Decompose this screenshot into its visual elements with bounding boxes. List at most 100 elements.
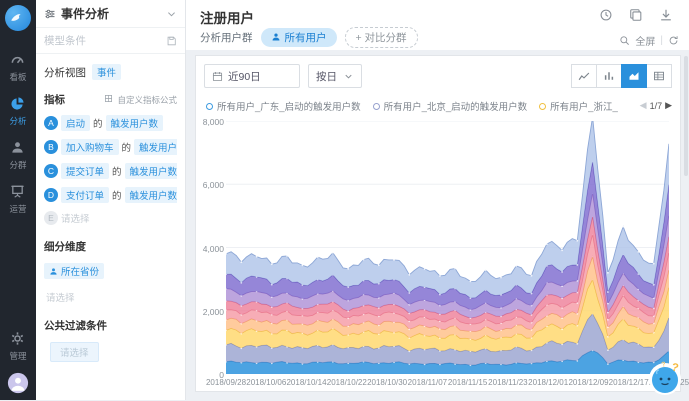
sidebar-header: 事件分析	[36, 0, 185, 28]
legend-color-dot	[373, 103, 380, 110]
metric-measure-pill[interactable]: 触发用户数	[125, 187, 177, 203]
x-axis-label: 2018/09/28	[206, 378, 246, 387]
chart-type-button-area-chart[interactable]	[621, 64, 647, 88]
legend-item[interactable]: 所有用户_北京_启动的触发用户数	[373, 99, 528, 113]
metric-letter: C	[44, 164, 58, 178]
x-axis-label: 2018/10/30	[367, 378, 407, 387]
metric-letter: E	[44, 211, 58, 225]
cohort-pill[interactable]: 所有用户	[261, 28, 337, 47]
users-icon	[10, 140, 25, 157]
data-point-marker	[668, 142, 669, 144]
data-point-marker	[531, 275, 533, 277]
refresh-icon[interactable]	[668, 35, 679, 46]
x-axis-label: 2018/11/07	[408, 378, 447, 387]
data-point-marker	[500, 277, 502, 279]
stacked-area-chart[interactable]	[226, 121, 669, 374]
metric-event-pill[interactable]: 提交订单	[61, 163, 109, 179]
area-chart-icon	[628, 70, 640, 82]
nav-item-管理[interactable]: 管理	[9, 331, 26, 362]
scrollbar[interactable]	[684, 56, 688, 176]
chart-type-button-line-chart[interactable]	[571, 64, 597, 88]
filter-placeholder[interactable]: 请选择	[50, 342, 99, 362]
history-icon[interactable]	[599, 8, 613, 22]
legend-prev-button[interactable]: ◀	[640, 100, 647, 111]
compare-cohort-button[interactable]: + 对比分群	[345, 27, 418, 48]
view-value-pill[interactable]: 事件	[92, 64, 121, 80]
view-label: 分析视图	[44, 65, 86, 80]
gear-icon	[10, 331, 25, 348]
analysis-icon	[10, 96, 25, 113]
model-conditions-placeholder: 模型条件	[44, 33, 86, 48]
legend-item[interactable]: 所有用户_浙江_启动的触发用户数	[539, 99, 618, 113]
search-icon[interactable]	[619, 35, 630, 46]
metric-conjunction: 的	[122, 140, 132, 154]
metric-letter: A	[44, 116, 58, 130]
fullscreen-button[interactable]: 全屏	[635, 33, 655, 48]
metric-placeholder[interactable]: 请选择	[61, 211, 90, 225]
metric-letter: B	[44, 140, 58, 154]
formula-icon	[104, 94, 115, 105]
metric-row-B[interactable]: B加入购物车的触发用户数	[44, 139, 177, 155]
metric-event-pill[interactable]: 启动	[61, 115, 90, 131]
data-point-marker	[332, 252, 334, 254]
breakdown-pill[interactable]: 所在省份	[44, 263, 104, 279]
metric-event-pill[interactable]: 加入购物车	[61, 139, 119, 155]
bar-chart-icon	[603, 70, 615, 82]
metric-measure-pill[interactable]: 触发用户数	[134, 139, 177, 155]
data-point-marker	[424, 268, 426, 270]
y-axis-label: 2,000	[198, 307, 224, 317]
x-axis-label: 2018/12/17	[609, 378, 649, 387]
user-avatar[interactable]	[7, 372, 29, 394]
download-icon[interactable]	[659, 8, 673, 22]
metric-event-pill[interactable]: 支付订单	[61, 187, 109, 203]
chevron-down-icon[interactable]	[166, 8, 177, 19]
legend-item[interactable]: 所有用户_广东_启动的触发用户数	[206, 99, 361, 113]
granularity-select[interactable]: 按日	[308, 64, 362, 88]
nav-item-看板[interactable]: 看板	[9, 52, 26, 83]
legend-page-indicator: 1/7	[650, 101, 663, 111]
nav-item-运营[interactable]: 运营	[9, 184, 26, 215]
filter-label: 公共过滤条件	[44, 318, 177, 333]
page-title: 注册用户	[200, 7, 254, 27]
metric-row-E[interactable]: E请选择	[44, 211, 177, 225]
date-range-picker[interactable]: 近90日	[204, 64, 300, 88]
data-point-marker	[576, 240, 578, 242]
metric-row-C[interactable]: C提交订单的触发用户数	[44, 163, 177, 179]
legend-next-button[interactable]: ▶	[665, 100, 672, 111]
x-axis-label: 2018/10/06	[246, 378, 286, 387]
chart-type-group	[572, 64, 672, 88]
x-axis-label: 2018/12/09	[568, 378, 608, 387]
main-area: 注册用户 分析用户群 所有用户 + 对比分群 全屏 |	[186, 0, 689, 400]
caret-down-icon	[343, 71, 354, 82]
app-logo[interactable]	[5, 5, 31, 31]
metric-measure-pill[interactable]: 触发用户数	[106, 115, 164, 131]
data-point-marker	[485, 269, 487, 271]
copy-icon[interactable]	[629, 8, 643, 22]
metric-row-A[interactable]: A启动的触发用户数	[44, 115, 177, 131]
custom-formula-link[interactable]: 自定义指标公式	[104, 94, 177, 106]
chart-type-button-table[interactable]	[646, 64, 672, 88]
model-conditions-row[interactable]: 模型条件	[36, 28, 185, 54]
breakdown-label: 细分维度	[44, 239, 177, 254]
assistant-mascot[interactable]: ? ?	[647, 358, 685, 396]
data-point-marker	[286, 255, 288, 257]
data-point-marker	[515, 265, 517, 267]
analysis-sidebar: 事件分析 模型条件 分析视图 事件 指标 自定义指标公式 A启动的触发用户数B加…	[36, 0, 186, 400]
table-icon	[653, 70, 665, 82]
divider: |	[660, 35, 663, 46]
x-axis-label: 2018/11/23	[488, 378, 527, 387]
metric-row-D[interactable]: D支付订单的触发用户数	[44, 187, 177, 203]
chart-type-button-bar-chart[interactable]	[596, 64, 622, 88]
x-axis-label: 2018/10/14	[286, 378, 326, 387]
legend-pagination: ◀ 1/7 ▶	[640, 100, 672, 111]
nav-item-分群[interactable]: 分群	[9, 140, 26, 171]
user-icon	[271, 32, 281, 43]
main-header: 注册用户 分析用户群 所有用户 + 对比分群 全屏 |	[186, 0, 689, 50]
legend-color-dot	[539, 103, 546, 110]
metric-measure-pill[interactable]: 触发用户数	[125, 163, 177, 179]
nav-item-分析[interactable]: 分析	[9, 96, 26, 127]
data-point-marker	[561, 250, 563, 252]
chart-legend: 所有用户_广东_启动的触发用户数所有用户_北京_启动的触发用户数所有用户_浙江_…	[206, 98, 618, 114]
save-icon[interactable]	[166, 35, 177, 46]
breakdown-placeholder[interactable]: 请选择	[46, 290, 177, 304]
